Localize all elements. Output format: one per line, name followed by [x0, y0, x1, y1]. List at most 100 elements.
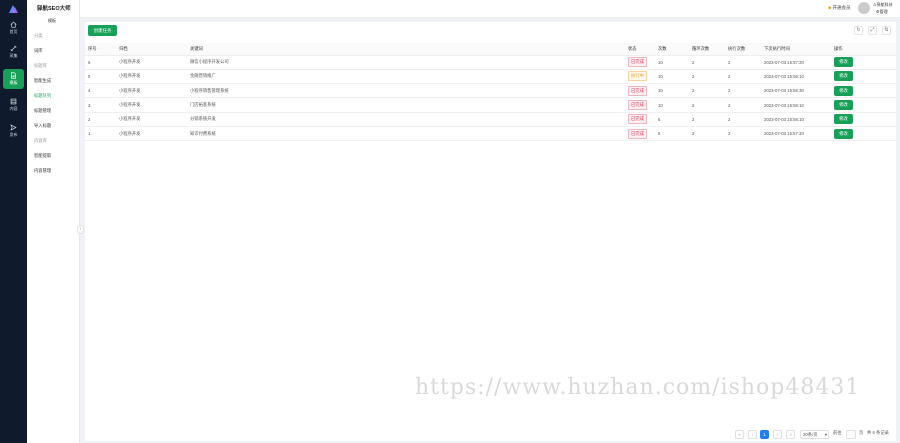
- rail-item-label: 内容: [9, 106, 18, 111]
- first-page-icon[interactable]: «: [735, 430, 744, 439]
- cell-category: 小程序开发: [116, 126, 187, 142]
- rail-item-publish[interactable]: 发布: [3, 121, 24, 141]
- cell-keyword: 分销系统开发: [187, 112, 625, 127]
- rail-item-collect[interactable]: 采集: [3, 42, 24, 62]
- table-header-row: 序号 归档 关键词 状态 次数 循环次数 执行次数 下次执行时间 操作: [85, 43, 896, 56]
- top-bar: [80, 0, 900, 18]
- sidebar-item-content-manage[interactable]: 内容管理: [34, 168, 51, 174]
- cell-runs: 2: [725, 97, 761, 113]
- sidebar-group-title-library: 标题库: [34, 63, 47, 68]
- column-header: 状态: [625, 43, 655, 56]
- sidebar-item-smart-extract[interactable]: 智能提取: [34, 153, 51, 159]
- watermark-text: https://www.huzhan.com/ishop48431: [415, 375, 861, 400]
- cell-times: 10: [655, 55, 689, 70]
- rail-item-label: 发布: [9, 132, 18, 137]
- column-header: 执行次数: [725, 43, 761, 56]
- home-icon: [10, 21, 17, 28]
- column-header: 下次执行时间: [761, 43, 831, 56]
- cell-keyword: 知识付费系统: [187, 126, 625, 142]
- admin-menu[interactable]: ⚙管理: [876, 9, 888, 15]
- total-records: 共 6 条记录: [867, 430, 889, 435]
- cell-category: 小程序开发: [116, 97, 187, 113]
- rail-item-home[interactable]: 首页: [3, 18, 24, 38]
- page-size-select[interactable]: 20条/页 ▾: [800, 430, 829, 439]
- rail-item-label: 采集: [9, 53, 18, 58]
- page-jump-input[interactable]: [846, 430, 856, 439]
- cell-loops: 2: [689, 97, 725, 113]
- diamond-icon: ◆: [828, 5, 832, 10]
- column-settings-icon[interactable]: ⇅: [882, 26, 891, 35]
- table-row: 2 小程序开发 分销系统开发 已完成 5 2 2 2023-07-03 15:5…: [85, 112, 896, 127]
- rail-item-label: 首页: [9, 29, 18, 34]
- nav-rail: 首页 采集 模板 内容 发布: [0, 0, 27, 443]
- page-unit-label: 页: [859, 430, 864, 435]
- status-badge: 已完成: [628, 57, 647, 68]
- edit-button[interactable]: 修改: [834, 57, 853, 68]
- cell-category: 小程序开发: [116, 69, 187, 85]
- task-table: 序号 归档 关键词 状态 次数 循环次数 执行次数 下次执行时间 操作 6 小程…: [85, 43, 896, 142]
- avatar[interactable]: [858, 2, 870, 14]
- edit-button[interactable]: 修改: [834, 100, 853, 111]
- page-current[interactable]: 1: [760, 430, 769, 439]
- fullscreen-icon[interactable]: ⤢: [868, 26, 877, 35]
- refresh-icon[interactable]: ↻: [854, 26, 863, 35]
- sidebar-header: 模板: [48, 18, 56, 23]
- database-icon: [10, 98, 17, 105]
- cell-category: 小程序开发: [116, 83, 187, 99]
- edit-button[interactable]: 修改: [834, 85, 853, 96]
- column-header: 序号: [85, 43, 116, 56]
- cell-times: 10: [655, 69, 689, 85]
- cell-times: 10: [655, 97, 689, 113]
- status-badge: 已完成: [628, 100, 647, 111]
- cell-loops: 2: [689, 55, 725, 70]
- table-row: 4 小程序开发 小程序销售管理系统 已完成 10 2 2 2023-07-03 …: [85, 83, 896, 99]
- last-page-icon[interactable]: »: [786, 430, 795, 439]
- rail-item-content[interactable]: 内容: [3, 95, 24, 115]
- sidebar-item-title-manage[interactable]: 标题管理: [34, 108, 51, 114]
- document-icon: [11, 72, 16, 79]
- cell-id: 2: [85, 112, 116, 127]
- sidebar-collapse-chevron-icon[interactable]: ‹: [77, 225, 84, 234]
- edit-button[interactable]: 修改: [834, 114, 853, 125]
- sidebar-item-import-titles[interactable]: 导入标题: [34, 123, 51, 129]
- cell-keyword: 门店拓客系统: [187, 97, 625, 113]
- user-menu[interactable]: ♙驿航科技: [873, 2, 893, 8]
- cell-runs: 2: [725, 69, 761, 85]
- sidebar-item-title-queue[interactable]: 标题队列: [34, 93, 51, 99]
- table-row: 3 小程序开发 门店拓客系统 已完成 10 2 2 2023-07-03 15:…: [85, 97, 896, 113]
- cell-runs: 2: [725, 83, 761, 99]
- next-page-icon[interactable]: ›: [773, 430, 782, 439]
- jump-label: 前往: [833, 430, 842, 435]
- sidebar-item-lexicon[interactable]: 词库: [34, 48, 43, 54]
- sidebar-group-content-library: 内容库: [34, 138, 47, 143]
- sidebar-group-category: 分类: [34, 33, 43, 38]
- cell-keyword: 微信小程序开发公司: [187, 55, 625, 70]
- cell-next-time: 2023-07-03 15:56:10: [761, 97, 831, 113]
- edit-button[interactable]: 修改: [834, 128, 853, 139]
- cell-keyword: 小程序销售管理系统: [187, 83, 625, 99]
- sidebar-item-smart-generate[interactable]: 智能生成: [34, 78, 51, 84]
- table-row: 6 小程序开发 微信小程序开发公司 已完成 10 2 2 2023-07-03 …: [85, 55, 896, 70]
- cell-next-time: 2023-07-03 15:56:30: [761, 83, 831, 99]
- status-badge: 已完成: [628, 114, 647, 125]
- create-task-button[interactable]: 创建任务: [88, 25, 117, 36]
- app-logo-icon: [9, 5, 18, 13]
- prev-page-icon[interactable]: ‹: [748, 430, 757, 439]
- app-title: 驿航SEO大师: [37, 6, 71, 12]
- column-header: 操作: [831, 43, 896, 56]
- cell-runs: 2: [725, 55, 761, 70]
- cell-runs: 2: [725, 112, 761, 127]
- rail-item-template[interactable]: 模板: [3, 69, 24, 89]
- column-header: 次数: [655, 43, 689, 56]
- edit-button[interactable]: 修改: [834, 71, 853, 82]
- cell-loops: 2: [689, 126, 725, 142]
- cell-times: 10: [655, 83, 689, 99]
- cell-keyword: 金融营销推广: [187, 69, 625, 85]
- vip-link[interactable]: ◆ 开通会员: [828, 5, 850, 11]
- cell-id: 3: [85, 97, 116, 113]
- cell-next-time: 2023-07-03 15:56:10: [761, 69, 831, 85]
- link-icon: [10, 45, 17, 52]
- cell-loops: 2: [689, 112, 725, 127]
- column-header: 循环次数: [689, 43, 725, 56]
- cell-times: 5: [655, 126, 689, 142]
